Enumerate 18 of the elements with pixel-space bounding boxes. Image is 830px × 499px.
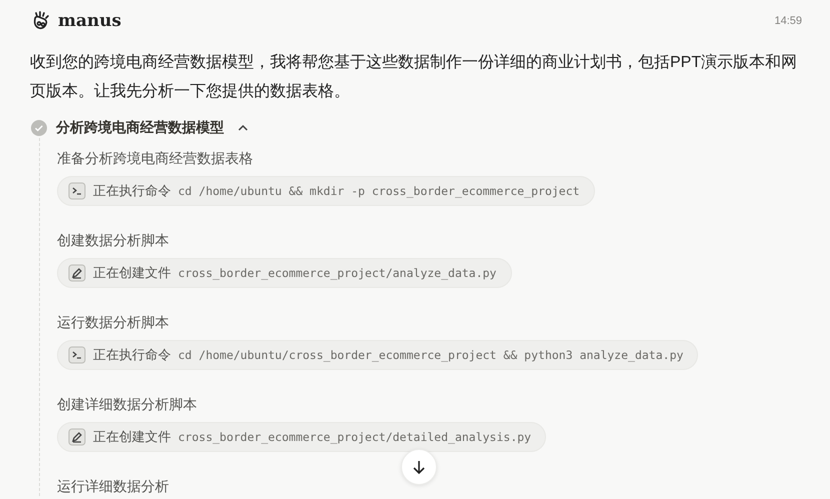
pen-icon bbox=[68, 428, 86, 446]
step-label: 运行数据分析脚本 bbox=[57, 313, 170, 332]
pen-icon bbox=[68, 264, 86, 282]
action-chip[interactable]: 正在执行命令 cd /home/ubuntu/cross_border_ecommerce_project && python3 analyze_data.py bbox=[57, 340, 698, 370]
brand-name: manus bbox=[58, 11, 122, 31]
step-label: 准备分析跨境电商经营数据表格 bbox=[57, 149, 254, 168]
scroll-down-button[interactable] bbox=[401, 449, 437, 485]
step-label: 运行详细数据分析 bbox=[57, 477, 170, 496]
terminal-icon bbox=[68, 182, 86, 200]
step-label: 创建数据分析脚本 bbox=[57, 231, 170, 250]
action-chip[interactable]: 正在执行命令 cd /home/ubuntu && mkdir -p cross_border_ecommerce_project bbox=[57, 176, 595, 206]
terminal-icon bbox=[68, 346, 86, 364]
task-title: 分析跨境电商经营数据模型 bbox=[56, 119, 224, 137]
assistant-message: 收到您的跨境电商经营数据模型，我将帮您基于这些数据制作一份详细的商业计划书，包括PPT演示版本和网页版本。让我先分析一下您提供的数据表格。 bbox=[30, 52, 798, 102]
step-label: 创建详细数据分析脚本 bbox=[57, 395, 198, 414]
action-chip[interactable]: 正在创建文件 cross_border_ecommerce_project/analyze_data.py bbox=[57, 258, 512, 288]
timestamp: 14:59 bbox=[774, 15, 802, 27]
action-chip[interactable]: 正在创建文件 cross_border_ecommerce_project/detailed_analysis.py bbox=[57, 422, 546, 452]
